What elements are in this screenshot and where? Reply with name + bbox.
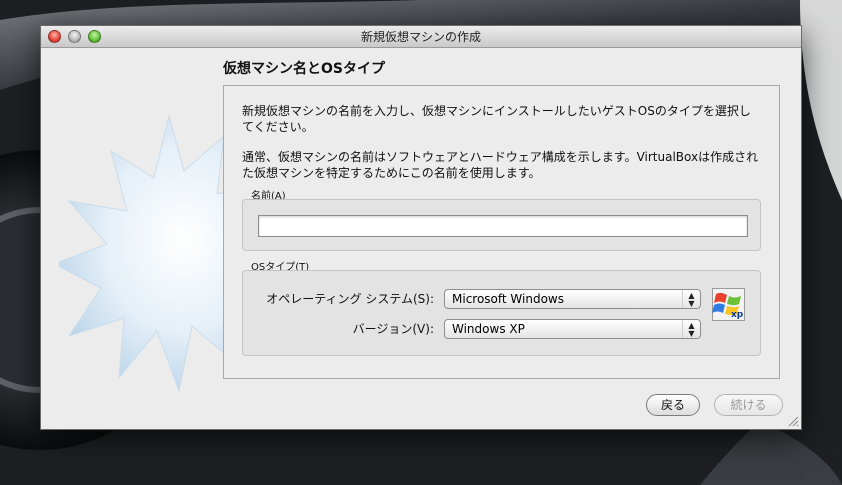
new-vm-wizard-window: 新規仮想マシンの作成 仮想マシン名とOSタイプ 新規仮想マシンの名前を入力し、仮… — [40, 25, 802, 430]
version-select[interactable]: Windows XP ▲ ▼ — [444, 319, 701, 339]
description-text-2: 通常、仮想マシンの名前はソフトウェアとハードウェア構成を示します。Virtual… — [242, 150, 759, 180]
continue-button[interactable]: 続ける — [714, 394, 783, 416]
operating-system-value: Microsoft Windows — [452, 292, 564, 306]
version-label: バージョン(V): — [352, 322, 434, 336]
windows-xp-icon: xp — [712, 288, 745, 321]
version-value: Windows XP — [452, 322, 525, 336]
select-arrows-icon: ▲ ▼ — [682, 290, 700, 308]
select-arrows-icon: ▲ ▼ — [682, 320, 700, 338]
os-type-group: オペレーティング システム(S): Microsoft Windows ▲ ▼ バ… — [242, 270, 761, 356]
operating-system-select[interactable]: Microsoft Windows ▲ ▼ — [444, 289, 701, 309]
page-heading: 仮想マシン名とOSタイプ — [223, 61, 385, 77]
name-group — [242, 199, 761, 251]
windows-xp-icon-text: xp — [731, 310, 744, 320]
operating-system-label: オペレーティング システム(S): — [266, 292, 434, 306]
description-text-1: 新規仮想マシンの名前を入力し、仮想マシンにインストールしたいゲストOSのタイプを… — [242, 104, 751, 134]
wizard-content-panel: 新規仮想マシンの名前を入力し、仮想マシンにインストールしたいゲストOSのタイプを… — [223, 85, 780, 379]
back-button[interactable]: 戻る — [646, 394, 700, 416]
title-bar[interactable]: 新規仮想マシンの作成 — [41, 26, 801, 48]
vm-name-input[interactable] — [258, 215, 748, 237]
resize-grip-icon[interactable] — [787, 415, 799, 427]
window-title: 新規仮想マシンの作成 — [360, 30, 481, 44]
